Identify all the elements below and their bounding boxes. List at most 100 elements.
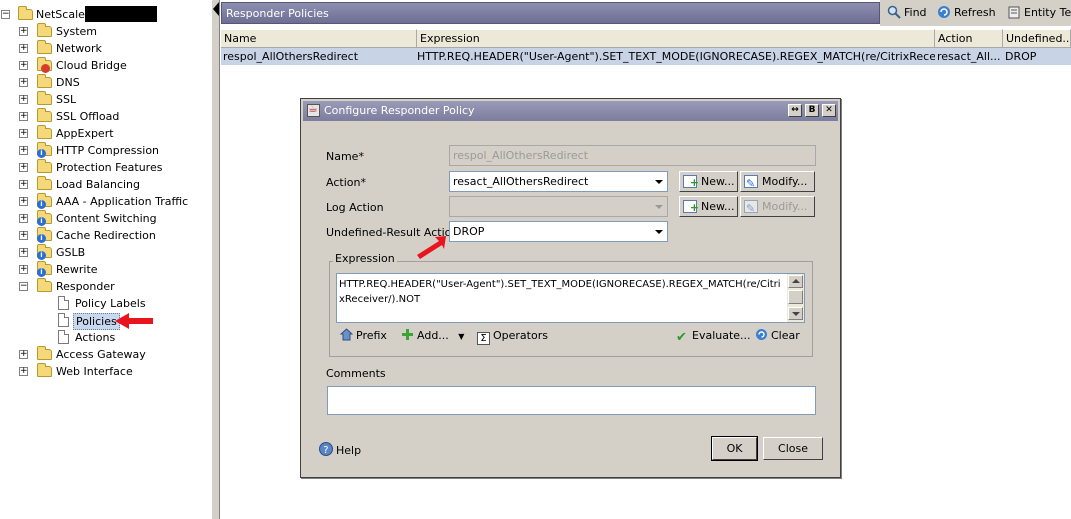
scroll-down-icon[interactable] [788, 307, 803, 320]
plus-icon [402, 329, 413, 340]
collapse-arrow-icon[interactable] [213, 2, 219, 16]
expand-icon[interactable]: + [19, 95, 28, 104]
info-badge-icon: i [37, 149, 46, 158]
panel-splitter[interactable] [211, 0, 220, 519]
name-label: Name* [326, 150, 364, 163]
modify-label: Modify... [762, 200, 808, 213]
add-label: Add... [417, 329, 449, 342]
column-header-undefined[interactable]: Undefined... [1003, 29, 1071, 48]
ok-button[interactable]: OK [711, 436, 758, 461]
evaluate-button[interactable]: ✔ Evaluate... [676, 328, 751, 344]
expand-icon[interactable]: + [19, 214, 28, 223]
table-row[interactable]: respol_AllOthersRedirect HTTP.REQ.HEADER… [221, 48, 1071, 65]
tree-item-label: DNS [56, 76, 80, 89]
tree-item-label: AAA - Application Traffic [56, 195, 189, 208]
tree-item-label: Responder [56, 280, 115, 293]
expand-icon[interactable]: + [19, 112, 28, 121]
undefined-result-action-value: DROP [453, 225, 485, 238]
clear-icon [756, 329, 767, 340]
checkmark-icon: ✔ [676, 330, 687, 345]
pin-button[interactable]: ↔ [788, 104, 802, 117]
prefix-button[interactable]: Prefix [340, 328, 387, 344]
expand-icon[interactable]: + [19, 44, 28, 53]
action-modify-button[interactable]: Modify... [740, 171, 815, 193]
tree-item-label: Rewrite [56, 263, 98, 276]
tree-item-label: System [56, 25, 98, 38]
expand-icon[interactable]: + [19, 27, 28, 36]
folder-icon [37, 159, 52, 173]
expand-icon[interactable]: + [19, 350, 28, 359]
tree-item-label: GSLB [56, 246, 86, 259]
expand-icon[interactable]: + [19, 248, 28, 257]
cell-undefined: DROP [1005, 50, 1037, 63]
page-icon [58, 330, 69, 344]
expand-icon[interactable]: + [19, 197, 28, 206]
redacted-hostname [85, 6, 157, 22]
expand-icon[interactable]: + [19, 265, 28, 274]
action-new-button[interactable]: New... [679, 171, 738, 192]
folder-icon [37, 176, 52, 190]
annotation-arrow [115, 313, 153, 329]
expand-icon[interactable]: + [19, 61, 28, 70]
entity-label: Entity Ter [1024, 6, 1071, 19]
folder-icon [37, 278, 52, 292]
prefix-label: Prefix [356, 329, 387, 342]
operators-label: Operators [493, 329, 548, 342]
expand-icon[interactable]: + [19, 129, 28, 138]
tree-item-label: Access Gateway [56, 348, 146, 361]
refresh-button[interactable]: Refresh [937, 4, 996, 22]
operators-button[interactable]: Σ Operators [477, 328, 548, 345]
name-field: respol_AllOthersRedirect [449, 145, 816, 166]
scroll-up-icon[interactable] [788, 275, 803, 288]
log-action-new-button[interactable]: New... [679, 196, 738, 217]
comments-label: Comments [326, 367, 386, 380]
folder-icon [37, 125, 52, 139]
column-header-name[interactable]: Name [221, 29, 417, 48]
info-badge-icon: i [37, 268, 46, 277]
tree-item-label: Actions [75, 331, 116, 344]
log-action-modify-button: Modify... [740, 196, 815, 218]
expression-scrollbar[interactable] [787, 274, 804, 322]
help-button[interactable]: ? Help [319, 442, 361, 458]
cell-expression: HTTP.REQ.HEADER("User-Agent").SET_TEXT_M… [417, 50, 935, 63]
folder-icon [18, 6, 33, 20]
expand-icon[interactable]: + [19, 367, 28, 376]
close-button[interactable]: Close [763, 437, 823, 460]
dialog-title-bar[interactable]: Configure Responder Policy ↔ B ✕ [303, 101, 838, 121]
expression-textarea[interactable]: HTTP.REQ.HEADER("User-Agent").SET_TEXT_M… [336, 273, 805, 323]
chevron-down-icon [655, 230, 663, 234]
action-select[interactable]: resact_AllOthersRedirect [449, 171, 668, 192]
comments-field[interactable] [327, 386, 816, 415]
panel-toolbar: Find Refresh Entity Ter [880, 0, 1071, 26]
expression-label: Expression [333, 252, 397, 265]
scroll-thumb[interactable] [788, 290, 803, 304]
evaluate-label: Evaluate... [692, 329, 751, 342]
restore-button[interactable]: B [805, 104, 819, 117]
expand-icon[interactable]: + [19, 163, 28, 172]
column-header-action[interactable]: Action [935, 29, 1003, 48]
collapse-icon[interactable]: − [1, 10, 10, 19]
expand-icon[interactable]: + [19, 180, 28, 189]
tree-item-label: Content Switching [56, 212, 157, 225]
expand-icon[interactable]: + [19, 231, 28, 240]
info-badge-icon: i [37, 234, 46, 243]
undefined-result-action-select[interactable]: DROP [449, 221, 668, 242]
refresh-icon [938, 6, 950, 18]
add-button[interactable]: Add... ▼ [401, 328, 464, 344]
collapse-icon[interactable]: − [19, 282, 28, 291]
find-button[interactable]: Find [887, 4, 927, 22]
expression-text: HTTP.REQ.HEADER("User-Agent").SET_TEXT_M… [339, 279, 781, 305]
expand-icon[interactable]: + [19, 146, 28, 155]
clear-button[interactable]: Clear [755, 328, 800, 344]
magnifier-icon [887, 5, 901, 19]
log-action-select[interactable] [449, 196, 668, 217]
template-icon [1008, 6, 1020, 19]
column-header-expression[interactable]: Expression [417, 29, 935, 48]
help-label: Help [336, 444, 362, 457]
expand-icon[interactable]: + [19, 78, 28, 87]
chevron-down-icon: ▼ [458, 332, 465, 341]
entity-templates-button[interactable]: Entity Ter [1007, 4, 1071, 22]
info-badge-icon: i [37, 217, 46, 226]
expression-toolbar: Prefix Add... ▼ Σ Operators ✔ Evaluate... … [336, 325, 805, 347]
close-window-button[interactable]: ✕ [822, 104, 836, 117]
